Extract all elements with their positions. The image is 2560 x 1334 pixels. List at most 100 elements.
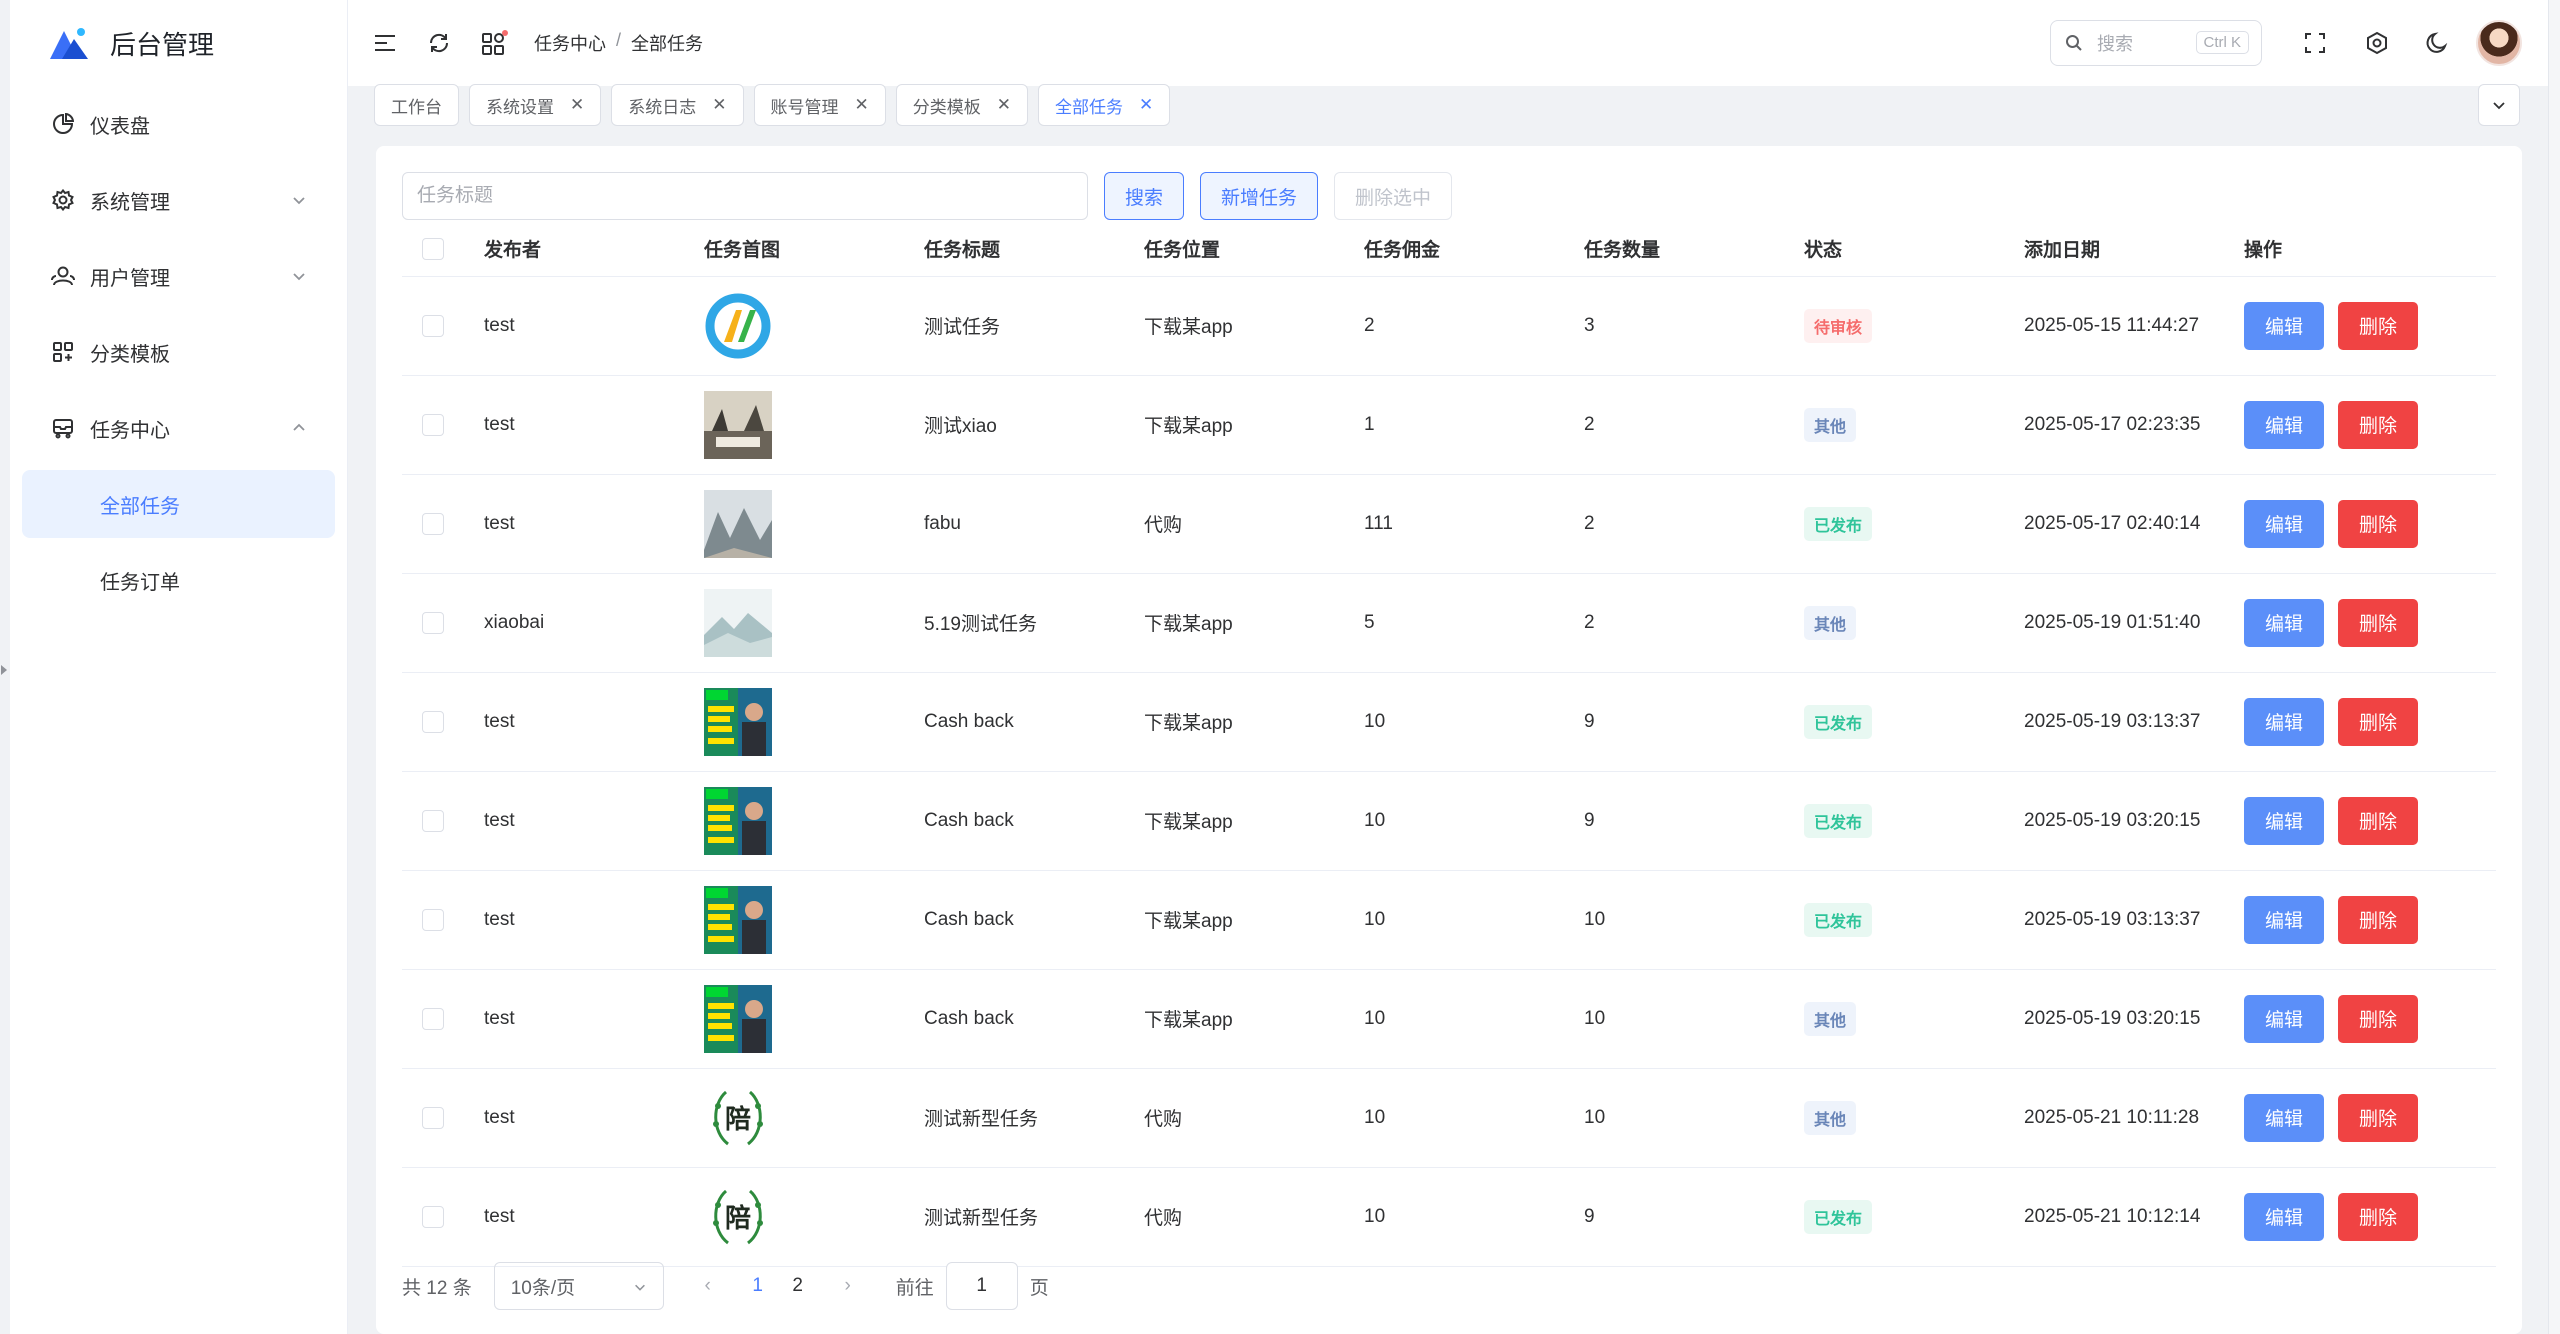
task-image-thumbnail[interactable]: 陪 bbox=[704, 1083, 772, 1152]
delete-button[interactable]: 删除 bbox=[2338, 301, 2418, 350]
row-checkbox[interactable] bbox=[422, 512, 444, 535]
goto-page-input[interactable] bbox=[945, 1262, 1018, 1310]
page-number[interactable]: 1 bbox=[743, 1275, 773, 1297]
close-icon[interactable]: ✕ bbox=[712, 95, 726, 115]
task-image-thumbnail[interactable] bbox=[704, 390, 772, 459]
task-title-cell: 测试xiao bbox=[924, 375, 1144, 475]
sidebar-item-users[interactable]: 用户管理 bbox=[10, 238, 347, 314]
delete-button[interactable]: 删除 bbox=[2338, 895, 2418, 944]
task-title-cell: Cash back bbox=[924, 771, 1144, 871]
window-edge bbox=[2548, 0, 2560, 1334]
column-header: 状态 bbox=[1804, 222, 2024, 277]
row-checkbox[interactable] bbox=[422, 809, 444, 832]
prev-page-icon[interactable]: ‹ bbox=[698, 1275, 718, 1297]
task-title-search-input[interactable] bbox=[402, 172, 1088, 220]
thumbnail-image bbox=[704, 984, 772, 1053]
row-checkbox[interactable] bbox=[422, 710, 444, 733]
sidebar-subitem-all-tasks[interactable]: 全部任务 bbox=[22, 470, 335, 538]
task-image-thumbnail[interactable] bbox=[704, 291, 772, 360]
edit-button[interactable]: 编辑 bbox=[2244, 895, 2324, 944]
edit-button[interactable]: 编辑 bbox=[2244, 1192, 2324, 1241]
edit-button[interactable]: 编辑 bbox=[2244, 796, 2324, 845]
sidebar-item-system[interactable]: 系统管理 bbox=[10, 162, 347, 238]
status-badge: 其他 bbox=[1804, 407, 1857, 442]
task-image-thumbnail[interactable]: 陪 bbox=[704, 1182, 772, 1251]
tag-label: 账号管理 bbox=[770, 97, 839, 117]
edit-button[interactable]: 编辑 bbox=[2244, 598, 2324, 647]
global-search[interactable]: 搜索 Ctrl K bbox=[2050, 20, 2262, 66]
task-title-cell: 测试新型任务 bbox=[924, 1068, 1144, 1168]
row-checkbox[interactable] bbox=[422, 1106, 444, 1129]
edit-button[interactable]: 编辑 bbox=[2244, 301, 2324, 350]
task-image-thumbnail[interactable] bbox=[704, 786, 772, 855]
task-location-cell: 下载某app bbox=[1144, 969, 1364, 1069]
close-icon[interactable]: ✕ bbox=[1139, 95, 1153, 115]
svg-text:陪: 陪 bbox=[725, 1104, 751, 1135]
task-image-thumbnail[interactable] bbox=[704, 489, 772, 558]
quantity-cell: 9 bbox=[1584, 672, 1804, 772]
select-all-checkbox[interactable] bbox=[422, 237, 444, 260]
edit-button[interactable]: 编辑 bbox=[2244, 499, 2324, 548]
sidebar-item-templates[interactable]: 分类模板 bbox=[10, 314, 347, 390]
sidebar-subitem-task-orders[interactable]: 任务订单 bbox=[22, 546, 335, 614]
delete-button[interactable]: 删除 bbox=[2338, 1093, 2418, 1142]
tag-workbench[interactable]: 工作台 bbox=[374, 84, 459, 126]
task-image-thumbnail[interactable] bbox=[704, 984, 772, 1053]
page-size-select[interactable]: 10条/页 bbox=[493, 1262, 664, 1310]
search-icon bbox=[2066, 35, 2082, 51]
tag-label: 分类模板 bbox=[912, 97, 981, 117]
fullscreen-icon[interactable] bbox=[2300, 28, 2330, 58]
dark-mode-icon[interactable] bbox=[2422, 28, 2452, 58]
task-image-thumbnail[interactable] bbox=[704, 588, 772, 657]
tag-system-log[interactable]: 系统日志 ✕ bbox=[611, 84, 744, 126]
menu-toggle-icon[interactable] bbox=[370, 28, 400, 58]
column-header: 任务标题 bbox=[924, 222, 1144, 277]
edit-button[interactable]: 编辑 bbox=[2244, 400, 2324, 449]
tag-account[interactable]: 账号管理 ✕ bbox=[753, 84, 886, 126]
edit-button[interactable]: 编辑 bbox=[2244, 1093, 2324, 1142]
refresh-icon[interactable] bbox=[424, 28, 454, 58]
add-task-button[interactable]: 新增任务 bbox=[1200, 172, 1319, 220]
close-icon[interactable]: ✕ bbox=[855, 95, 869, 115]
settings-icon[interactable] bbox=[2362, 28, 2392, 58]
commission-cell: 10 bbox=[1364, 969, 1584, 1069]
delete-button[interactable]: 删除 bbox=[2338, 994, 2418, 1043]
date-cell: 2025-05-19 01:51:40 bbox=[2024, 573, 2244, 673]
row-checkbox[interactable] bbox=[422, 314, 444, 337]
row-checkbox[interactable] bbox=[422, 1007, 444, 1030]
edit-button[interactable]: 编辑 bbox=[2244, 994, 2324, 1043]
close-icon[interactable]: ✕ bbox=[570, 95, 584, 115]
close-icon[interactable]: ✕ bbox=[997, 95, 1011, 115]
row-checkbox[interactable] bbox=[422, 908, 444, 931]
tag-all-tasks[interactable]: 全部任务 ✕ bbox=[1038, 84, 1171, 126]
breadcrumb-item[interactable]: 任务中心 bbox=[534, 30, 606, 56]
global-search-placeholder: 搜索 bbox=[2097, 34, 2133, 54]
apps-icon[interactable] bbox=[480, 28, 510, 58]
delete-button[interactable]: 删除 bbox=[2338, 1192, 2418, 1241]
delete-button[interactable]: 删除 bbox=[2338, 598, 2418, 647]
search-button[interactable]: 搜索 bbox=[1104, 172, 1185, 220]
delete-button[interactable]: 删除 bbox=[2338, 697, 2418, 746]
sidebar-collapse-handle[interactable] bbox=[0, 660, 8, 680]
tag-system-settings[interactable]: 系统设置 ✕ bbox=[469, 84, 602, 126]
sidebar-item-task-center[interactable]: 任务中心 bbox=[10, 390, 347, 466]
quantity-cell: 10 bbox=[1584, 1068, 1804, 1168]
row-checkbox[interactable] bbox=[422, 1205, 444, 1228]
delete-button[interactable]: 删除 bbox=[2338, 400, 2418, 449]
delete-button[interactable]: 删除 bbox=[2338, 499, 2418, 548]
task-title-cell: 5.19测试任务 bbox=[924, 573, 1144, 673]
delete-button[interactable]: 删除 bbox=[2338, 796, 2418, 845]
svg-text:陪: 陪 bbox=[725, 1203, 751, 1234]
edit-button[interactable]: 编辑 bbox=[2244, 697, 2324, 746]
page-number[interactable]: 2 bbox=[783, 1275, 813, 1297]
tag-templates[interactable]: 分类模板 ✕ bbox=[895, 84, 1028, 126]
task-image-thumbnail[interactable] bbox=[704, 687, 772, 756]
sidebar-item-dashboard[interactable]: 仪表盘 bbox=[10, 86, 347, 162]
next-page-icon[interactable]: › bbox=[838, 1275, 858, 1297]
avatar[interactable] bbox=[2476, 20, 2522, 66]
task-image-thumbnail[interactable] bbox=[704, 885, 772, 954]
tags-dropdown-button[interactable] bbox=[2478, 84, 2520, 126]
search-shortcut: Ctrl K bbox=[2195, 31, 2249, 54]
row-checkbox[interactable] bbox=[422, 413, 444, 436]
row-checkbox[interactable] bbox=[422, 611, 444, 634]
